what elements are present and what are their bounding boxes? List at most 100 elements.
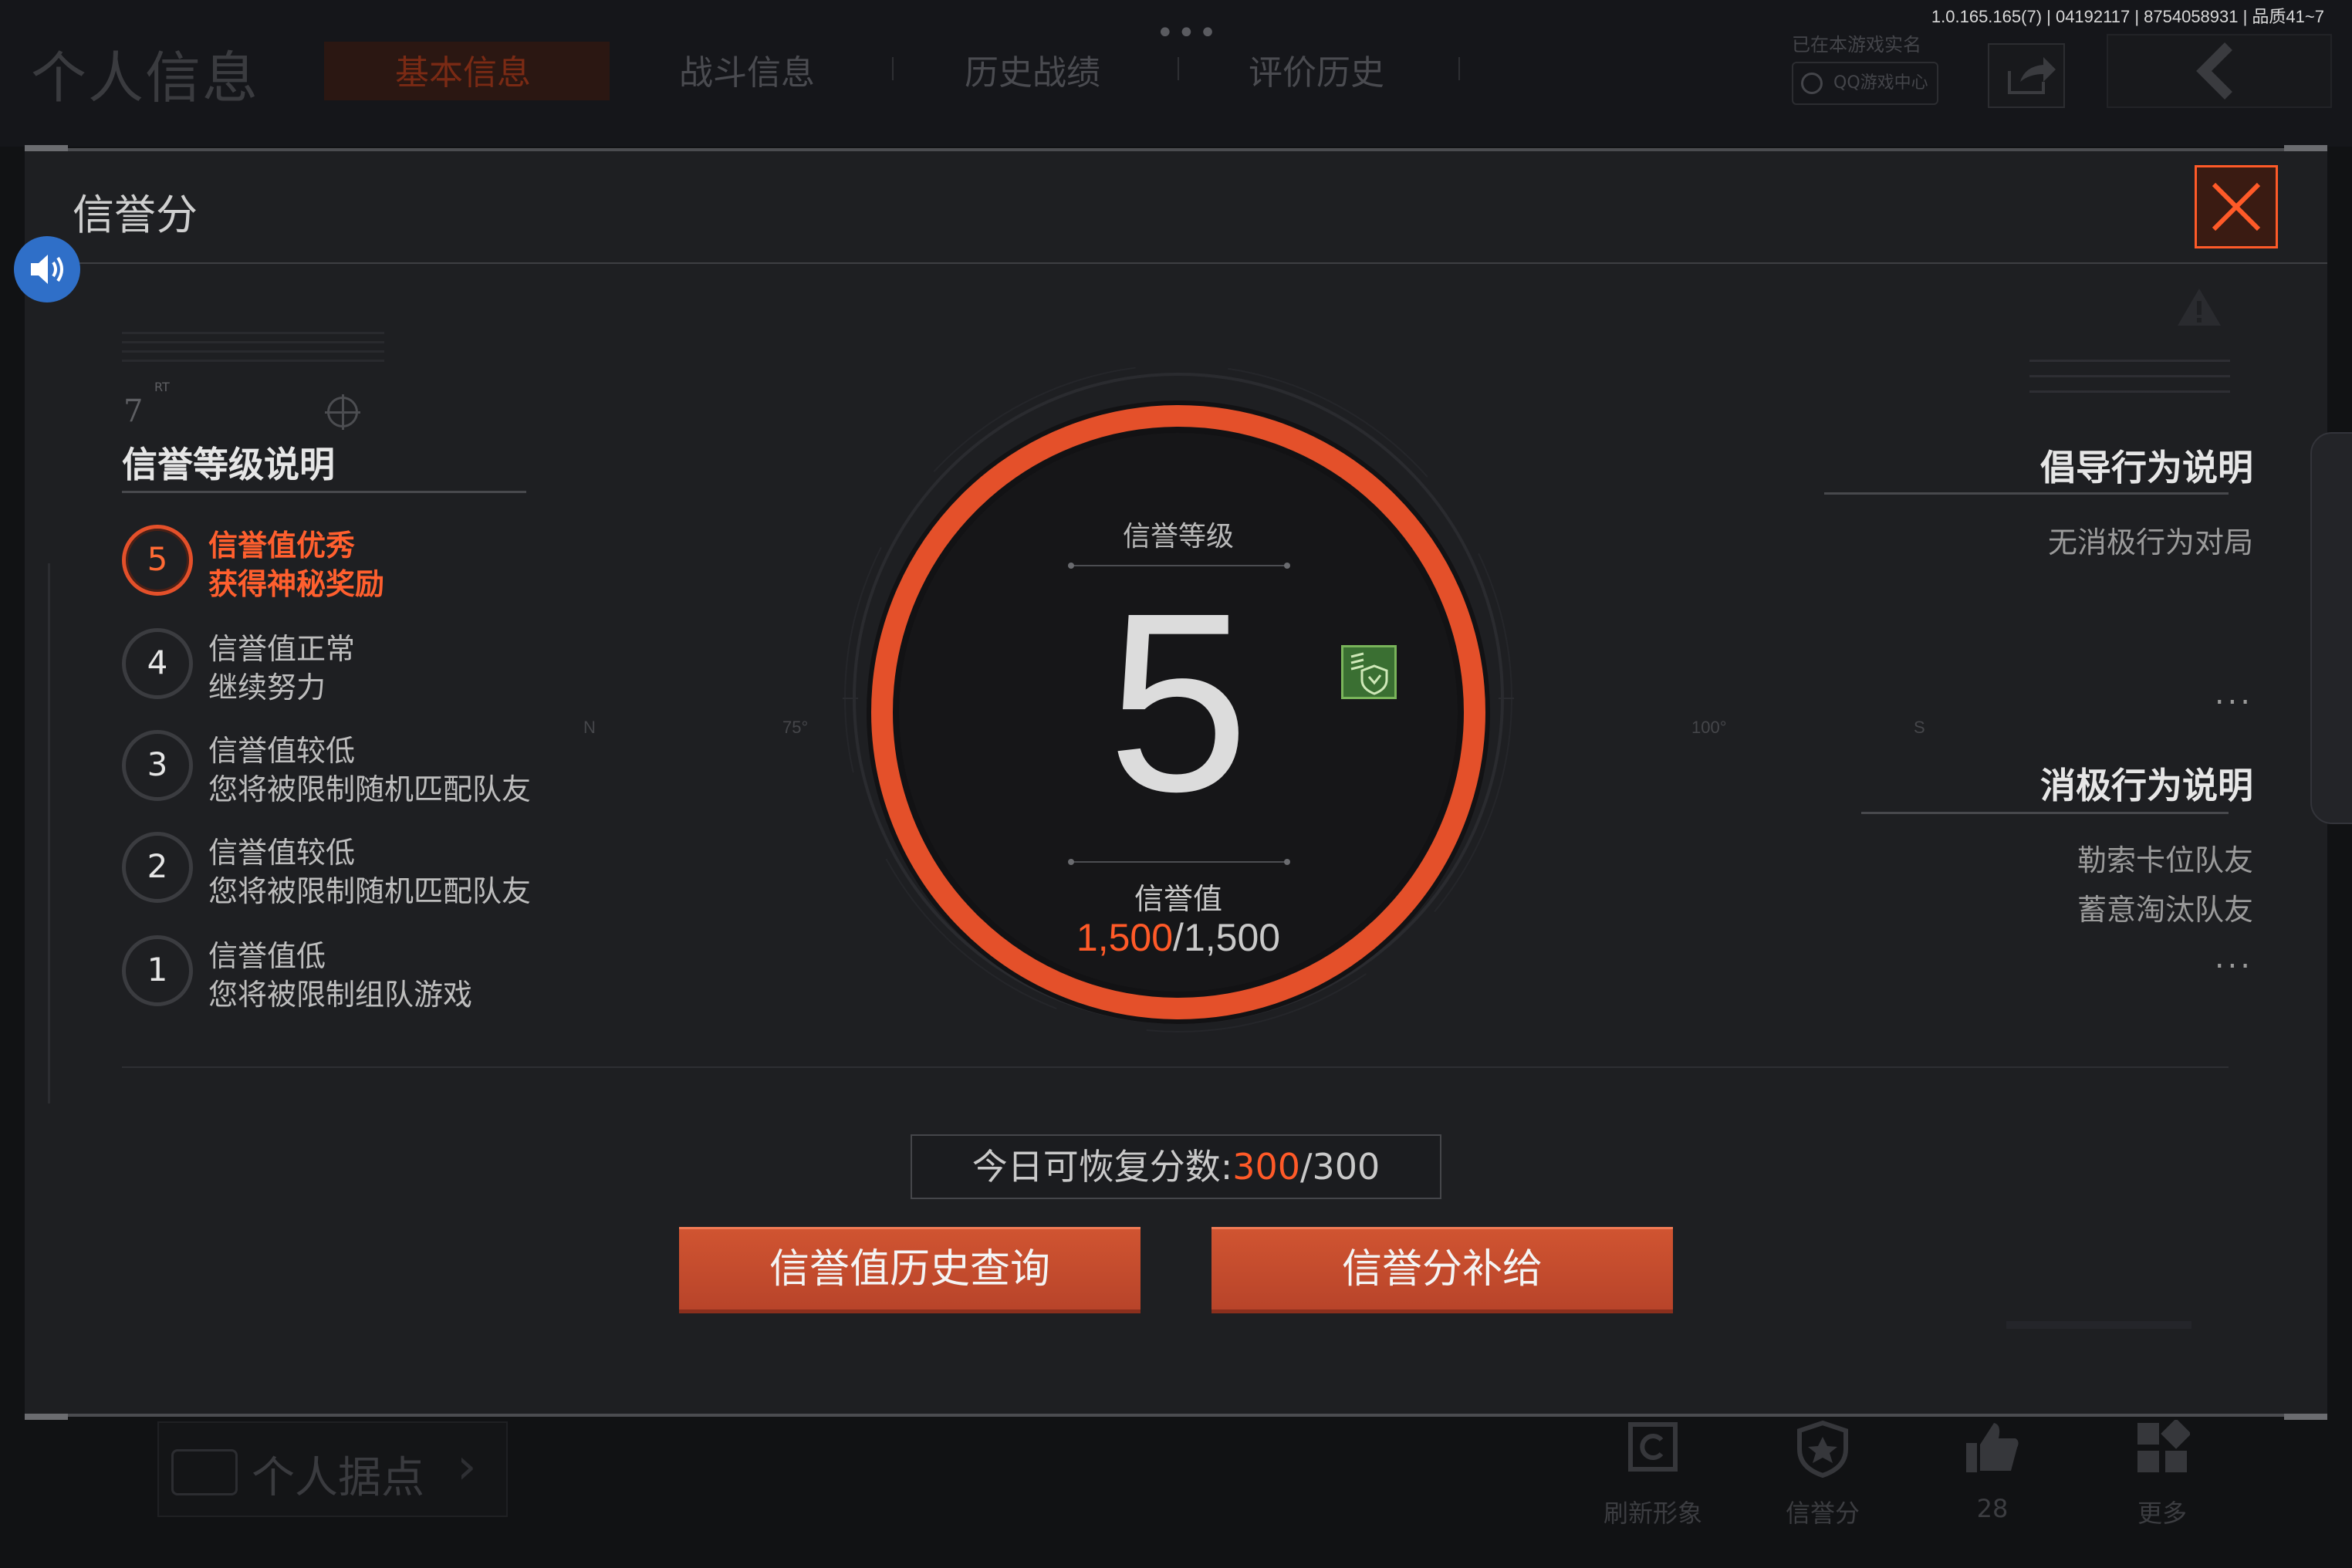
tab-battle-info[interactable]: 战斗信息 <box>679 45 815 94</box>
qq-center-button[interactable]: QQ游戏中心 <box>1792 62 1938 105</box>
chevron-right-icon: › <box>457 1438 477 1495</box>
level-badge: 3 <box>122 730 193 801</box>
hud-decoration <box>2029 360 2230 406</box>
level-title: 信誉值正常 <box>208 632 356 666</box>
hud-rt: RT <box>154 380 170 394</box>
bottom-nav-label: 刷新形象 <box>1603 1499 1702 1528</box>
credit-supply-button[interactable]: 信誉分补给 <box>1211 1227 1673 1313</box>
level-badge: 1 <box>122 935 193 1006</box>
likes-count: 28 <box>1976 1494 2009 1523</box>
tab-separator <box>1178 57 1179 80</box>
credit-grade-value: 5 <box>1107 559 1249 844</box>
rank-badge-icon <box>1341 645 1397 699</box>
bottom-nav-refresh[interactable]: 刷新形象 <box>1599 1420 1707 1529</box>
base-icon <box>171 1449 238 1495</box>
level-desc: 您将被限制随机匹配队友 <box>208 772 532 806</box>
bottom-nav-label: 信誉分 <box>1785 1499 1860 1528</box>
credit-value-label: 信誉值 <box>1134 882 1222 916</box>
thumbs-up-icon <box>1938 1420 2046 1489</box>
level-badge: 4 <box>122 628 193 699</box>
personal-base-button[interactable]: 个人据点 › <box>157 1421 508 1517</box>
heading-underline <box>122 491 526 493</box>
tab-separator <box>1458 57 1460 80</box>
bottom-nav-label: 更多 <box>2137 1499 2187 1528</box>
level-desc: 获得神秘奖励 <box>208 567 385 601</box>
header-divider <box>25 262 2327 264</box>
tab-review-history[interactable]: 评价历史 <box>1249 45 1384 94</box>
daily-recover-score: 今日可恢复分数:300/300 <box>911 1134 1441 1199</box>
recover-separator: / <box>1300 1146 1313 1188</box>
personal-base-label: 个人据点 <box>252 1453 424 1503</box>
level-description-heading: 信誉等级说明 <box>122 444 335 485</box>
hud-decoration <box>122 332 384 363</box>
axis-label-s: S <box>1914 718 1925 737</box>
recover-max: 300 <box>1312 1146 1380 1188</box>
level-badge: 5 <box>122 525 193 596</box>
modal-title: 信誉分 <box>73 191 198 239</box>
recover-current: 300 <box>1232 1146 1300 1188</box>
value-divider <box>1068 859 1290 865</box>
qq-icon <box>1801 73 1823 94</box>
credit-current: 1,500 <box>1076 916 1174 959</box>
version-info: 1.0.165.165(7) | 04192117 | 8754058931 |… <box>1931 7 2324 26</box>
refresh-icon <box>1599 1420 1707 1489</box>
realname-area: 已在本游戏实名 QQ游戏中心 <box>1792 29 1938 106</box>
hud-number: 7 <box>123 394 144 429</box>
positive-behavior-item: 无消极行为对局 <box>2047 525 2253 559</box>
modal-corner <box>25 1414 68 1420</box>
credit-value: 1,500/1,500 <box>1003 915 1353 960</box>
qq-center-label: QQ游戏中心 <box>1833 73 1928 93</box>
positive-behavior-heading: 倡导行为说明 <box>2040 447 2253 488</box>
side-drawer-handle[interactable] <box>2310 432 2352 824</box>
modal-corner <box>2284 145 2327 151</box>
level-desc: 您将被限制随机匹配队友 <box>208 874 532 908</box>
crosshair-icon <box>325 394 360 430</box>
credit-grade-label: 信誉等级 <box>1122 521 1234 553</box>
credit-max: 1,500 <box>1183 916 1281 959</box>
share-icon <box>2008 57 2056 94</box>
level-title: 信誉值低 <box>208 939 326 973</box>
tab-separator <box>892 57 894 80</box>
page-title: 个人信息 <box>31 46 260 110</box>
modal-corner <box>2284 1414 2327 1420</box>
heading-underline <box>1824 492 2229 495</box>
tab-history-record[interactable]: 历史战绩 <box>965 45 1100 94</box>
grid-icon <box>2108 1418 2216 1489</box>
level-title: 信誉值较低 <box>208 836 356 870</box>
level-title: 信誉值优秀 <box>208 529 356 563</box>
negative-more-dots[interactable]: ... <box>2215 940 2253 975</box>
bottom-nav-credit[interactable]: 信誉分 <box>1769 1420 1877 1529</box>
credit-history-button[interactable]: 信誉值历史查询 <box>679 1227 1141 1313</box>
axis-label-100: 100° <box>1691 718 1727 737</box>
section-divider <box>122 1066 2229 1068</box>
negative-behavior-item: 勒索卡位队友 <box>2077 843 2253 877</box>
warning-icon <box>2178 289 2221 326</box>
chevron-left-icon <box>2196 42 2232 100</box>
speaker-icon <box>31 255 63 284</box>
level-desc: 您将被限制组队游戏 <box>208 978 473 1012</box>
tab-basic-info[interactable]: 基本信息 <box>395 45 531 94</box>
close-icon <box>2212 182 2261 231</box>
decoration-line <box>2006 1321 2191 1329</box>
recover-prefix: 今日可恢复分数: <box>972 1146 1233 1188</box>
level-desc: 继续努力 <box>208 671 326 705</box>
more-dots[interactable]: ••• <box>1156 15 1220 51</box>
positive-more-dots[interactable]: ... <box>2215 676 2253 711</box>
negative-behavior-item: 蓄意淘汰队友 <box>2077 893 2253 927</box>
bottom-nav-more[interactable]: 更多 <box>2108 1418 2216 1529</box>
close-button[interactable] <box>2195 165 2278 248</box>
realname-text: 已在本游戏实名 <box>1792 34 1921 56</box>
modal-corner <box>25 145 68 151</box>
level-title: 信誉值较低 <box>208 734 356 768</box>
heading-underline <box>1861 812 2229 814</box>
share-button[interactable] <box>1988 43 2065 108</box>
level-badge: 2 <box>122 832 193 903</box>
bottom-nav-likes[interactable]: 28 <box>1938 1420 2046 1523</box>
back-button[interactable] <box>2107 34 2332 108</box>
speaker-button[interactable] <box>14 236 80 302</box>
negative-behavior-heading: 消极行为说明 <box>2040 765 2253 806</box>
left-rail <box>48 563 50 1103</box>
axis-label-75: 75° <box>782 718 809 737</box>
shield-icon <box>1769 1420 1877 1489</box>
credit-separator: / <box>1173 916 1184 959</box>
